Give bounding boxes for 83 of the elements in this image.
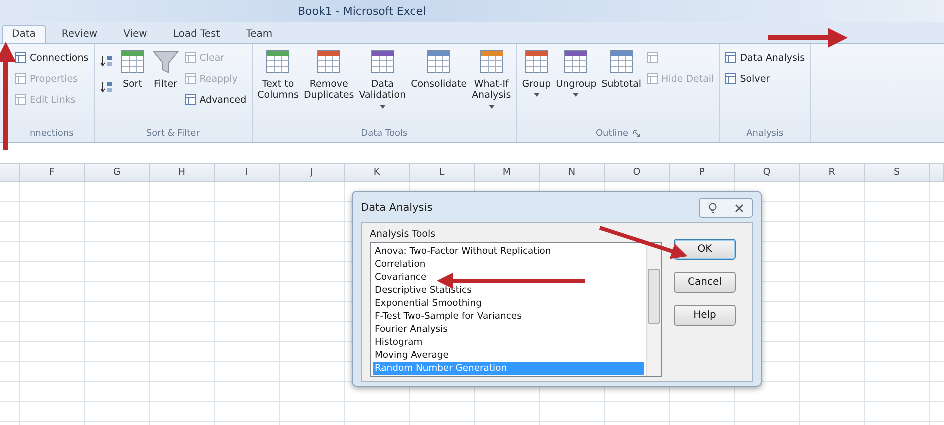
dialog-button[interactable]: OK — [674, 239, 736, 260]
ribbon-button[interactable]: Consolidate — [411, 48, 468, 125]
table-icon — [315, 48, 344, 76]
sheet-icon — [184, 94, 197, 106]
ribbon-button[interactable]: Text to Columns — [258, 48, 299, 125]
sheet-icon — [725, 73, 738, 85]
column-header[interactable]: I — [215, 164, 280, 181]
column-header[interactable]: N — [540, 164, 605, 181]
group-label: nnections — [30, 128, 74, 138]
ribbon-button[interactable]: Ungroup — [556, 48, 597, 125]
column-header[interactable]: P — [670, 164, 735, 181]
list-item[interactable]: Correlation — [373, 258, 644, 271]
column-header[interactable]: L — [410, 164, 475, 181]
column-header[interactable]: M — [475, 164, 540, 181]
ribbon-button[interactable]: Group — [522, 48, 552, 125]
column-header[interactable]: K — [345, 164, 410, 181]
ribbon-tab[interactable]: Data — [2, 25, 46, 43]
dialog-button[interactable]: Cancel — [674, 272, 736, 293]
list-item[interactable]: Fourier Analysis — [373, 323, 644, 336]
close-icon — [734, 204, 744, 212]
column-header[interactable]: S — [865, 164, 930, 181]
ribbon-button[interactable]: What-If Analysis — [472, 48, 512, 125]
window-title: Book1 - Microsoft Excel — [298, 4, 426, 18]
ribbon-tab[interactable]: Load Test — [163, 25, 230, 43]
list-item[interactable]: Exponential Smoothing — [373, 297, 644, 310]
scrollbar[interactable] — [646, 243, 661, 376]
column-header[interactable]: G — [85, 164, 150, 181]
list-item[interactable]: F-Test Two-Sample for Variances — [373, 310, 644, 323]
list-item[interactable]: Anova: Two-Factor Without Replication — [373, 245, 644, 258]
ribbon-tab[interactable]: View — [114, 25, 158, 43]
column-header[interactable]: R — [800, 164, 865, 181]
group-label: Data Tools — [361, 128, 408, 138]
table-icon — [264, 48, 292, 76]
table-icon — [522, 48, 551, 76]
table-icon — [368, 48, 397, 76]
list-item[interactable]: Histogram — [373, 336, 644, 349]
sort-icon — [100, 80, 114, 94]
ribbon-button[interactable]: Data Validation — [359, 48, 406, 125]
dialog-title: Data Analysis — [361, 202, 433, 214]
group-label: Outline — [596, 128, 628, 138]
ribbon-button[interactable]: Advanced — [184, 92, 247, 108]
sort-icon — [100, 54, 114, 68]
list-item[interactable]: Descriptive Statistics — [373, 284, 644, 297]
column-header[interactable]: H — [150, 164, 215, 181]
caret-icon — [534, 93, 540, 98]
column-header[interactable]: F — [20, 164, 85, 181]
ribbon-button[interactable]: Remove Duplicates — [304, 48, 354, 125]
dialog-button[interactable]: Help — [674, 305, 736, 326]
column-header[interactable]: O — [605, 164, 670, 181]
caret-icon — [488, 104, 495, 109]
caret-icon — [573, 93, 580, 98]
table-icon — [425, 48, 454, 76]
ribbon-button[interactable]: Subtotal — [602, 48, 642, 125]
sheet-icon — [15, 52, 27, 64]
column-header[interactable]: Q — [735, 164, 800, 181]
ribbon-button[interactable]: Filter — [152, 48, 180, 125]
bulb-icon — [709, 202, 717, 214]
ribbon-button[interactable]: Solver — [725, 71, 806, 87]
ribbon-tab[interactable]: Team — [236, 25, 283, 43]
list-item[interactable]: Moving Average — [373, 349, 644, 362]
ribbon-button[interactable]: Sort — [118, 48, 147, 125]
list-item[interactable]: Covariance — [373, 271, 644, 284]
sheet-icon — [184, 73, 197, 85]
ribbon-tab[interactable]: Review — [52, 25, 108, 43]
table-icon — [118, 48, 147, 76]
group-label: Analysis — [746, 128, 784, 138]
dialog-launcher-icon[interactable] — [632, 130, 640, 138]
sheet-icon — [646, 73, 659, 85]
caret-icon — [380, 104, 386, 109]
table-icon — [608, 48, 636, 76]
sheet-icon — [646, 52, 659, 64]
sheet-icon — [15, 73, 27, 85]
sheet-icon — [725, 52, 738, 64]
sheet-icon — [184, 52, 197, 64]
tools-list[interactable] — [370, 242, 662, 377]
table-icon — [562, 48, 590, 76]
ribbon-button[interactable]: Connections — [15, 50, 89, 66]
ribbon-button[interactable]: Data Analysis — [725, 50, 806, 66]
table-icon — [478, 48, 506, 76]
list-label: Analysis Tools — [370, 229, 437, 240]
sheet-icon — [15, 94, 27, 106]
group-label: Sort & Filter — [146, 128, 200, 138]
column-header[interactable]: J — [280, 164, 345, 181]
